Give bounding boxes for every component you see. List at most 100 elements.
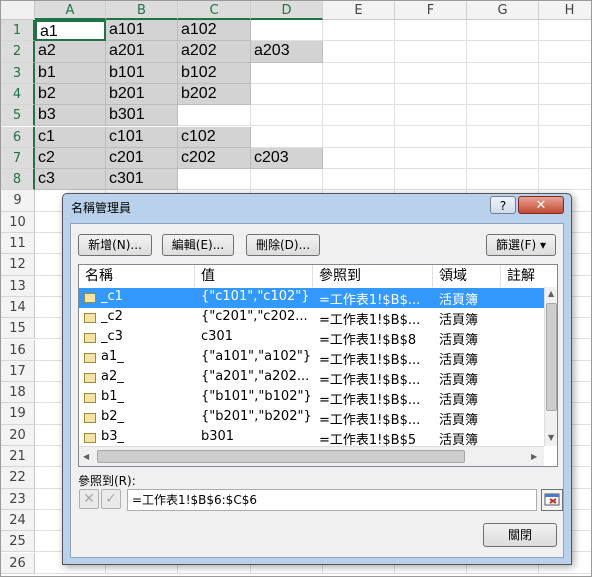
filter-button[interactable]: 篩選(F) ▾ [486,234,556,256]
scroll-up-icon[interactable]: ▲ [548,289,554,298]
name-list-row[interactable]: a1_ {"a101","a102"} =工作表1!$B$... 活頁簿 [79,348,545,368]
column-header-g[interactable]: G [467,1,539,20]
scroll-left-icon[interactable]: ◀ [83,452,89,461]
row-header-14[interactable]: 14 [1,296,35,319]
cell-f8[interactable] [395,169,467,191]
close-window-button[interactable]: ✕ [518,196,564,214]
col-header-scope[interactable]: 領域 [433,265,501,287]
cell-g6[interactable] [467,126,539,148]
name-list-row[interactable]: b2_ {"b201","b202"} =工作表1!$B$... 活頁簿 [79,408,545,428]
row-header-13[interactable]: 13 [1,275,35,297]
row-header-4[interactable]: 4 [1,83,35,106]
row-header-24[interactable]: 24 [1,509,35,532]
cell-h1[interactable] [539,20,591,42]
cell-a2[interactable]: a2 [35,41,106,63]
edit-button[interactable]: 編輯(E)... [162,234,234,256]
row-header-20[interactable]: 20 [1,424,35,446]
collapse-dialog-button[interactable] [541,489,563,511]
row-header-15[interactable]: 15 [1,318,35,340]
help-button[interactable]: ? [490,196,516,214]
confirm-edit-icon[interactable]: ✓ [101,489,121,509]
cell-h3[interactable] [539,63,591,84]
row-header-6[interactable]: 6 [1,126,35,148]
row-header-8[interactable]: 8 [1,169,35,191]
cell-h2[interactable] [539,41,591,63]
col-header-comment[interactable]: 註解 [501,265,557,287]
cell-e3[interactable] [323,62,395,84]
cell-b6[interactable]: c101 [106,126,178,148]
cell-e8[interactable] [323,169,395,191]
row-header-7[interactable]: 7 [1,147,35,170]
cell-c5[interactable] [178,105,251,127]
column-header-d[interactable]: D [251,1,323,20]
row-header-1[interactable]: 1 [1,20,35,42]
cell-h5[interactable] [539,105,591,127]
cell-a3[interactable]: b1 [35,62,106,84]
col-header-name[interactable]: 名稱 [79,265,195,287]
cell-a4[interactable]: b2 [35,83,106,106]
cell-d7[interactable]: c203 [251,147,323,170]
cell-a6[interactable]: c1 [35,126,106,148]
cell-g1[interactable] [467,20,539,42]
cell-a5[interactable]: b3 [35,105,106,127]
row-header-12[interactable]: 12 [1,254,35,276]
cell-g5[interactable] [467,105,539,127]
name-list-row[interactable]: _c2 {"c201","c202... =工作表1!$B$... 活頁簿 [79,308,545,328]
name-list-row[interactable]: b3_ b301 =工作表1!$B$5 活頁簿 [79,428,545,448]
cell-f5[interactable] [395,105,467,127]
scroll-down-icon[interactable]: ▼ [548,433,554,442]
name-list-row[interactable]: a2_ {"a201","a202... =工作表1!$B$... 活頁簿 [79,368,545,388]
names-list[interactable]: 名稱 值 參照到 領域 註解 _c1 {"c101","c102"} =工作表1!$… [78,264,558,467]
cell-d6[interactable] [251,126,323,148]
cell-h4[interactable] [539,84,591,106]
cell-b8[interactable]: c301 [106,169,178,191]
row-header-18[interactable]: 18 [1,382,35,404]
col-header-value[interactable]: 值 [195,265,313,287]
cell-c1[interactable]: a102 [178,20,251,42]
cell-c8[interactable] [178,169,251,191]
cell-b1[interactable]: a101 [106,20,178,42]
cell-c7[interactable]: c202 [178,147,251,170]
cell-g2[interactable] [467,41,539,63]
name-list-row[interactable]: _c3 c301 =工作表1!$B$8 活頁簿 [79,328,545,348]
horizontal-scrollbar[interactable]: ◀ ▶ [79,446,544,466]
cell-d3[interactable] [251,62,323,84]
cancel-edit-icon[interactable]: ✕ [79,489,99,509]
new-button[interactable]: 新增(N)... [78,234,152,256]
cell-a8[interactable]: c3 [35,169,106,191]
cell-f2[interactable] [395,41,467,63]
cell-g3[interactable] [467,62,539,84]
cell-c4[interactable]: b202 [178,83,251,106]
column-header-a[interactable]: A [35,1,106,20]
cell-e1[interactable] [323,20,395,42]
cell-b7[interactable]: c201 [106,147,178,170]
col-header-refers-to[interactable]: 參照到 [313,265,433,287]
cell-h6[interactable] [539,127,591,148]
cell-g4[interactable] [467,83,539,106]
cell-b3[interactable]: b101 [106,62,178,84]
row-header-11[interactable]: 11 [1,233,35,255]
cell-d8[interactable] [251,169,323,191]
refers-to-input[interactable]: =工作表1!$B$6:$C$6 [127,489,537,511]
cell-d4[interactable] [251,83,323,106]
cell-e4[interactable] [323,83,395,106]
cell-a7[interactable]: c2 [35,147,106,170]
cell-f6[interactable] [395,126,467,148]
scroll-right-icon[interactable]: ▶ [531,452,537,461]
cell-b2[interactable]: a201 [106,41,178,63]
cell-b5[interactable]: b301 [106,105,178,127]
cell-e2[interactable] [323,41,395,63]
cell-h8[interactable] [539,169,591,191]
row-header-23[interactable]: 23 [1,488,35,510]
cell-e7[interactable] [323,147,395,170]
row-header-19[interactable]: 19 [1,403,35,425]
vertical-scrollbar[interactable]: ▲ ▼ [544,287,557,446]
horizontal-scroll-thumb[interactable] [97,450,465,463]
cell-f1[interactable] [395,20,467,42]
cell-d2[interactable]: a203 [251,41,323,63]
row-header-25[interactable]: 25 [1,531,35,553]
column-header-f[interactable]: F [395,1,467,20]
close-button[interactable]: 關閉 [483,523,557,547]
cell-c6[interactable]: c102 [178,126,251,148]
row-header-21[interactable]: 21 [1,446,35,468]
